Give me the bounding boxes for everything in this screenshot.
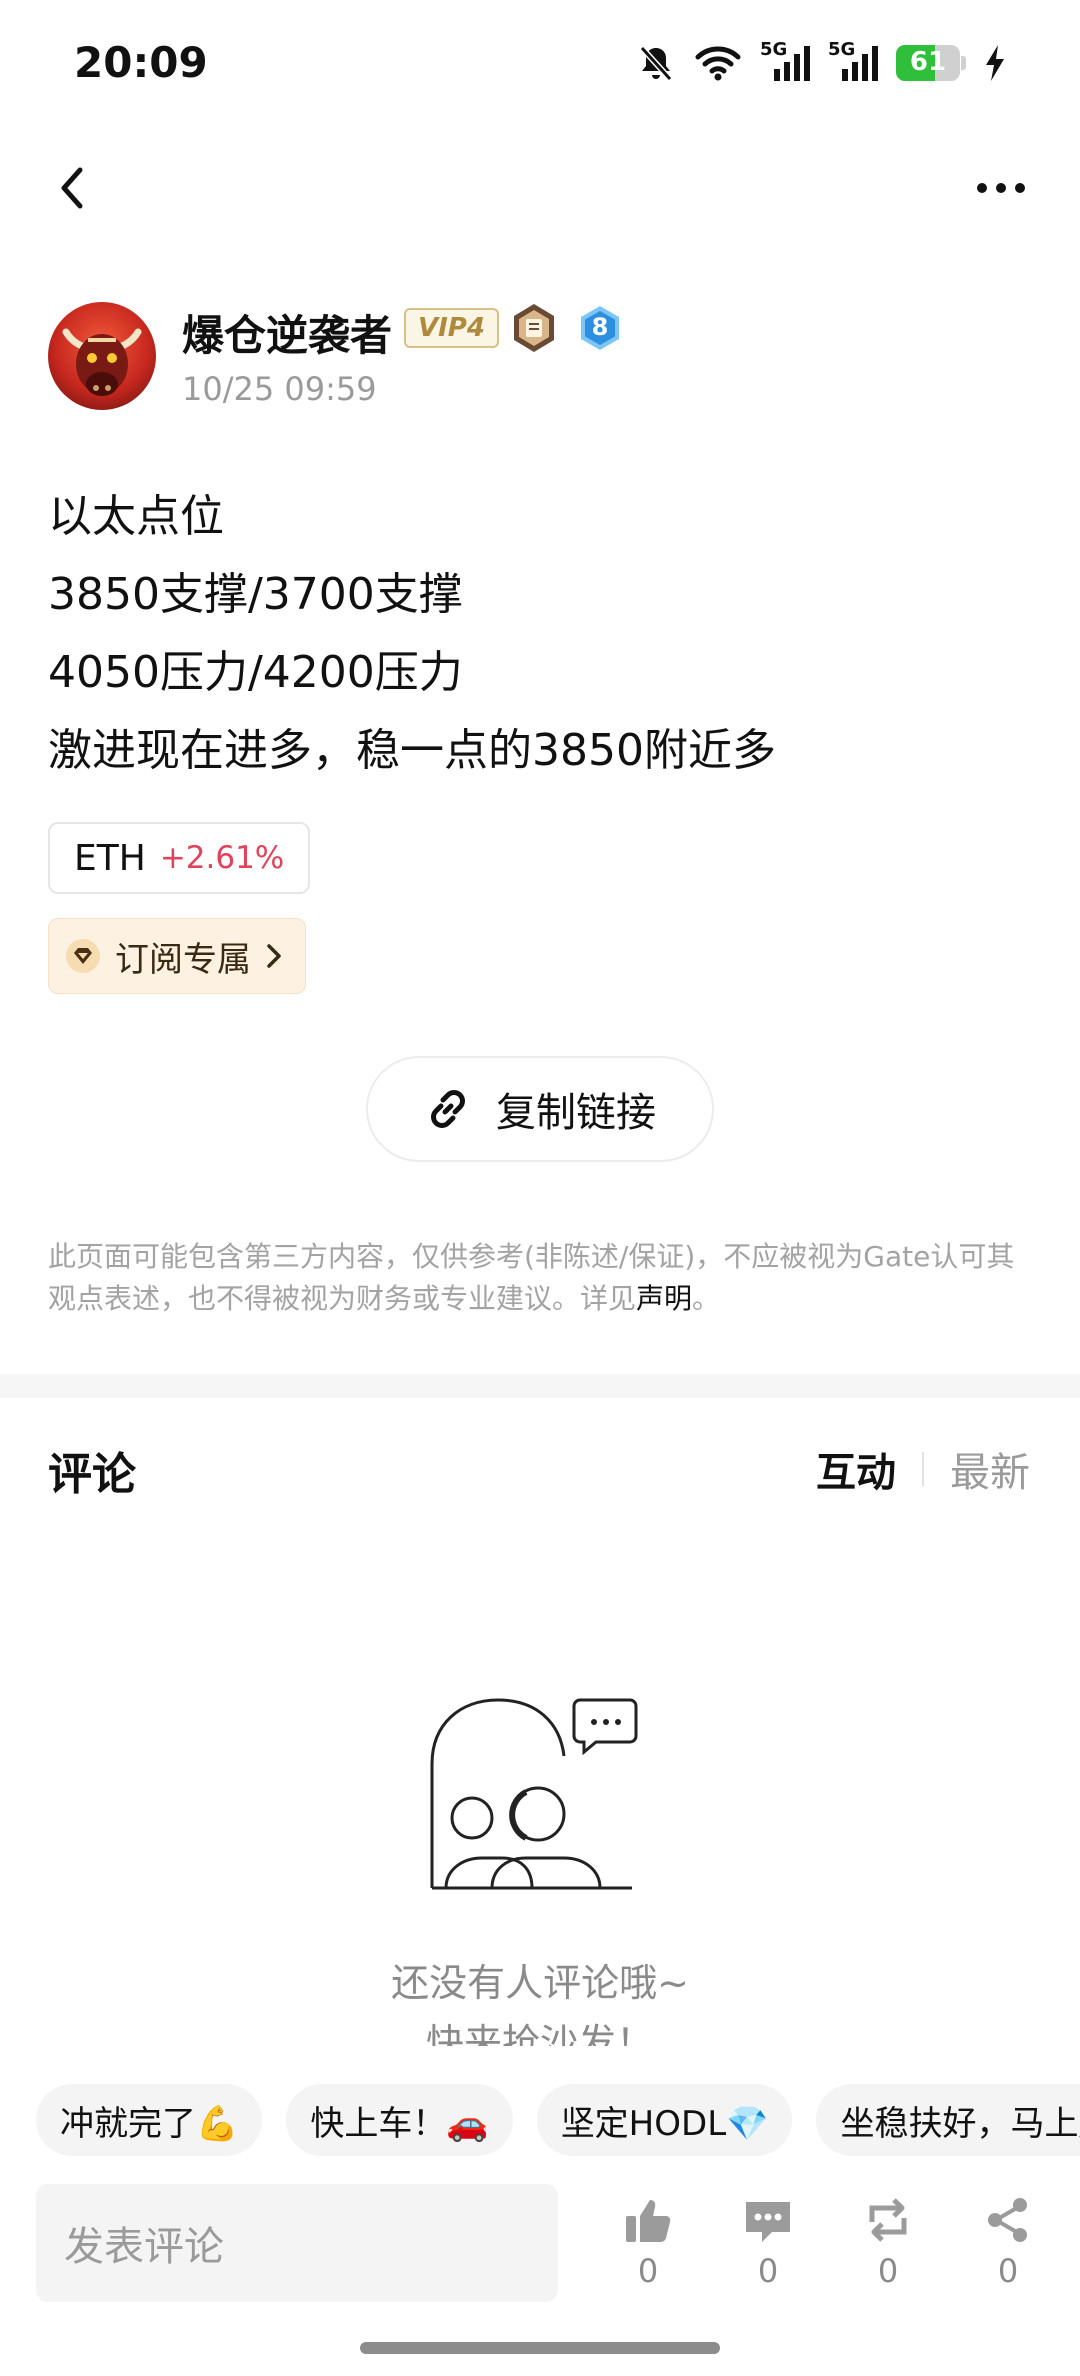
empty-comments-illustration bbox=[430, 1698, 638, 1890]
quick-reply-chip[interactable]: 坐稳扶好，马上起飞 bbox=[816, 2084, 1080, 2156]
quick-reply-row: 冲就完了💪 快上车！🚗 坚定HODL💎 坐稳扶好，马上起飞 bbox=[36, 2084, 1080, 2156]
level-badge: 8 bbox=[576, 304, 624, 352]
vip-badge: VIP4 bbox=[404, 308, 499, 348]
disclaimer-text: 此页面可能包含第三方内容，仅供参考(非陈述/保证)，不应被视为Gate认可其观点… bbox=[48, 1240, 1015, 1315]
quick-reply-chip[interactable]: 坚定HODL💎 bbox=[536, 2084, 793, 2156]
signal-5g-icon: 5G bbox=[828, 39, 878, 83]
post-line: 4050压力/4200压力 bbox=[48, 647, 463, 698]
level-number: 8 bbox=[591, 313, 609, 341]
share-button[interactable]: 0 bbox=[968, 2194, 1048, 2290]
link-icon bbox=[431, 1090, 465, 1128]
repost-icon bbox=[869, 2198, 907, 2242]
empty-state-title: 还没有人评论哦~ bbox=[391, 1961, 689, 2005]
post-content: 以太点位 3850支撑/3700支撑 4050压力/4200压力 激进现在进多，… bbox=[48, 478, 1028, 790]
battery-percent: 61 bbox=[909, 47, 947, 77]
mute-bell-icon bbox=[639, 45, 673, 82]
post-line: 以太点位 bbox=[48, 491, 224, 542]
comment-bubble-icon bbox=[746, 2202, 790, 2242]
like-button[interactable]: 0 bbox=[608, 2194, 688, 2290]
copy-link-button[interactable]: 复制链接 bbox=[366, 1056, 714, 1162]
share-icon bbox=[988, 2198, 1027, 2242]
disclaimer: 此页面可能包含第三方内容，仅供参考(非陈述/保证)，不应被视为Gate认可其观点… bbox=[48, 1236, 1028, 1320]
tab-latest[interactable]: 最新 bbox=[950, 1440, 1030, 1498]
ticker-change: +2.61% bbox=[159, 840, 285, 876]
quick-reply-bar: 冲就完了💪 快上车！🚗 坚定HODL💎 坐稳扶好，马上起飞 bbox=[0, 2080, 1080, 2160]
repost-count: 0 bbox=[877, 2252, 899, 2290]
thumbs-up-icon bbox=[626, 2200, 671, 2242]
post-time: 10/25 09:59 bbox=[182, 370, 377, 408]
charging-icon bbox=[986, 45, 1004, 81]
more-button[interactable] bbox=[966, 160, 1036, 216]
bull-avatar-image bbox=[62, 328, 142, 396]
comments-title: 评论 bbox=[48, 1449, 136, 1500]
wifi-icon bbox=[695, 46, 741, 81]
subscribe-label: 订阅专属 bbox=[115, 939, 251, 980]
battery-icon: 61 bbox=[896, 45, 966, 81]
quick-reply-chip[interactable]: 冲就完了💪 bbox=[36, 2084, 263, 2156]
diamond-icon bbox=[66, 939, 100, 973]
author-name[interactable]: 爆仓逆袭者 bbox=[182, 302, 392, 363]
comment-sort-tabs: 互动 最新 bbox=[816, 1440, 1030, 1498]
post-line: 3850支撑/3700支撑 bbox=[48, 569, 463, 620]
status-bar: 20:09 5G 5G 61 bbox=[0, 0, 1080, 128]
tab-interactive[interactable]: 互动 bbox=[816, 1440, 896, 1498]
signal-5g-icon: 5G bbox=[760, 39, 810, 83]
home-indicator[interactable] bbox=[360, 2342, 720, 2354]
disclaimer-link[interactable]: 声明 bbox=[636, 1282, 692, 1315]
section-divider bbox=[0, 1374, 1080, 1398]
empty-state-subtitle: 快来抢沙发！ bbox=[425, 2021, 654, 2046]
comment-input[interactable]: 发表评论 bbox=[36, 2184, 558, 2302]
copy-link-label: 复制链接 bbox=[496, 1090, 656, 1136]
chevron-right-icon bbox=[267, 944, 281, 968]
comment-count: 0 bbox=[757, 2252, 779, 2290]
avatar[interactable] bbox=[48, 302, 156, 410]
tab-separator bbox=[922, 1452, 924, 1486]
like-count: 0 bbox=[637, 2252, 659, 2290]
rank-badge-icon bbox=[514, 304, 554, 352]
repost-button[interactable]: 0 bbox=[848, 2194, 928, 2290]
ticker-symbol: ETH bbox=[74, 837, 146, 879]
chevron-left-icon bbox=[61, 167, 83, 209]
post-line: 激进现在进多，稳一点的3850附近多 bbox=[48, 725, 776, 776]
share-count: 0 bbox=[997, 2252, 1019, 2290]
subscribe-exclusive-button[interactable]: 订阅专属 bbox=[48, 918, 306, 994]
back-button[interactable] bbox=[44, 160, 100, 216]
more-dots-icon bbox=[977, 183, 1025, 193]
disclaimer-end: 。 bbox=[692, 1282, 721, 1315]
status-time: 20:09 bbox=[74, 38, 208, 87]
comment-button[interactable]: 0 bbox=[728, 2194, 808, 2290]
quick-reply-chip[interactable]: 快上车！🚗 bbox=[286, 2084, 513, 2156]
ticker-chip[interactable]: ETH +2.61% bbox=[48, 822, 311, 894]
status-icons: 5G 5G 61 bbox=[636, 39, 1006, 86]
